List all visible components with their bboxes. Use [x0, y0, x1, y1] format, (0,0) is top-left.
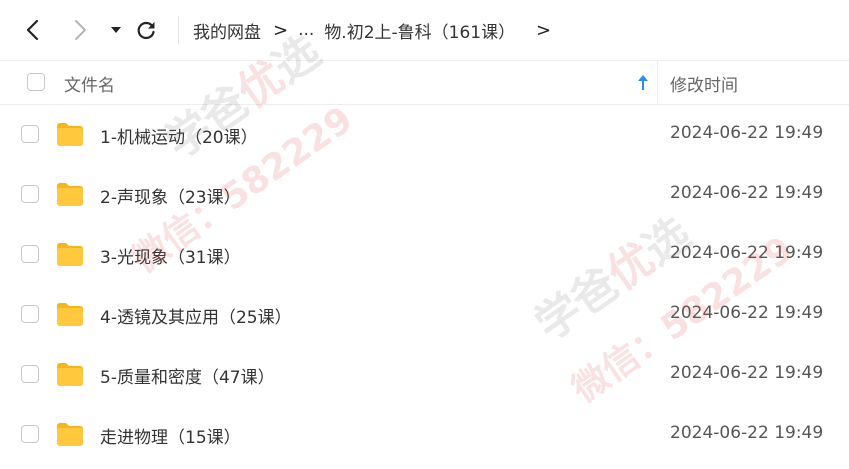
- folder-icon: [57, 183, 83, 206]
- chevron-right-icon: [75, 20, 86, 40]
- folder-icon: [57, 363, 83, 386]
- file-name: 5-质量和密度（47课）: [100, 368, 275, 388]
- caret-down-icon: [111, 27, 121, 33]
- breadcrumb-more-button[interactable]: >: [536, 17, 551, 43]
- refresh-button[interactable]: [130, 14, 162, 46]
- file-name: 1-机械运动（20课）: [100, 128, 258, 148]
- file-name: 3-光现象（31课）: [100, 248, 241, 268]
- row-checkbox[interactable]: [21, 245, 39, 263]
- list-header: 文件名 修改时间: [0, 60, 849, 105]
- file-name: 4-透镜及其应用（25课）: [100, 308, 292, 328]
- select-all-checkbox[interactable]: [27, 73, 45, 91]
- list-item[interactable]: 2-声现象（23课） 2024-06-22 19:49: [0, 165, 849, 225]
- file-modified: 2024-06-22 19:49: [670, 123, 824, 143]
- column-header-modified[interactable]: 修改时间: [670, 71, 738, 96]
- file-browser: 我的网盘 > ... 物.初2上-鲁科（161课） > 文件名 修改时间 1-机…: [0, 0, 849, 469]
- folder-icon: [57, 303, 83, 326]
- refresh-icon: [137, 21, 155, 40]
- list-item[interactable]: 走进物理（15课） 2024-06-22 19:49: [0, 405, 849, 465]
- file-modified: 2024-06-22 19:49: [670, 183, 824, 203]
- row-checkbox[interactable]: [21, 365, 39, 383]
- file-modified: 2024-06-22 19:49: [670, 363, 824, 383]
- row-checkbox[interactable]: [21, 425, 39, 443]
- list-item[interactable]: 1-机械运动（20课） 2024-06-22 19:49: [0, 105, 849, 165]
- folder-icon: [57, 243, 83, 266]
- file-modified: 2024-06-22 19:49: [670, 243, 824, 263]
- column-header-name[interactable]: 文件名: [64, 71, 115, 96]
- file-name: 走进物理（15课）: [100, 428, 241, 448]
- breadcrumb-root[interactable]: 我的网盘: [193, 18, 261, 43]
- row-checkbox[interactable]: [21, 185, 39, 203]
- list-item[interactable]: 5-质量和密度（47课） 2024-06-22 19:49: [0, 345, 849, 405]
- breadcrumb-ellipsis[interactable]: ...: [298, 20, 314, 40]
- toolbar-divider: [178, 16, 179, 44]
- file-list: 1-机械运动（20课） 2024-06-22 19:49 2-声现象（23课） …: [0, 105, 849, 465]
- file-modified: 2024-06-22 19:49: [670, 303, 824, 323]
- list-item[interactable]: 3-光现象（31课） 2024-06-22 19:49: [0, 225, 849, 285]
- list-item[interactable]: 4-透镜及其应用（25课） 2024-06-22 19:49: [0, 285, 849, 345]
- forward-button[interactable]: [64, 14, 96, 46]
- file-name: 2-声现象（23课）: [100, 188, 241, 208]
- chevron-left-icon: [26, 19, 39, 41]
- breadcrumb: 我的网盘 > ... 物.初2上-鲁科（161课）: [193, 17, 515, 43]
- back-button[interactable]: [17, 14, 49, 46]
- folder-icon: [57, 123, 83, 146]
- breadcrumb-separator: >: [273, 19, 289, 41]
- sort-ascending-icon[interactable]: [636, 73, 650, 93]
- file-modified: 2024-06-22 19:49: [670, 423, 824, 443]
- folder-icon: [57, 423, 83, 446]
- column-divider[interactable]: [657, 61, 658, 105]
- history-dropdown-button[interactable]: [100, 14, 132, 46]
- toolbar: 我的网盘 > ... 物.初2上-鲁科（161课） >: [0, 0, 849, 60]
- row-checkbox[interactable]: [21, 125, 39, 143]
- breadcrumb-current[interactable]: 物.初2上-鲁科（161课）: [324, 18, 515, 43]
- row-checkbox[interactable]: [21, 305, 39, 323]
